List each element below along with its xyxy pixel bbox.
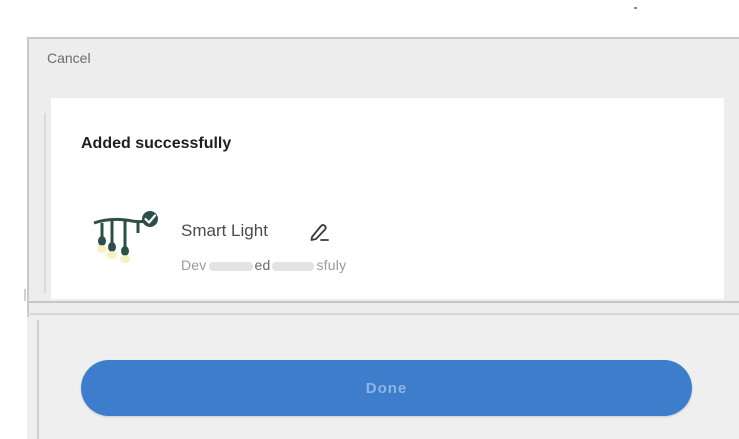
status-dot: [634, 7, 637, 9]
pencil-edit-icon[interactable]: [308, 222, 330, 242]
done-button[interactable]: Done: [81, 360, 692, 416]
device-status-text: Dev ed sfuly: [181, 257, 346, 273]
divider-top: [27, 301, 739, 303]
divider-bottom: [27, 313, 739, 315]
device-name: Smart Light: [181, 221, 268, 240]
footer-edge: [37, 320, 39, 439]
status-text-suffix: sfuly: [316, 257, 347, 273]
blurred-text: [208, 261, 253, 271]
result-card: [51, 98, 724, 299]
blurred-text: [272, 261, 315, 271]
panel-corner-mark: [24, 289, 36, 301]
done-button-label: Done: [365, 379, 408, 397]
card-edge: [44, 113, 46, 293]
status-text-prefix: Dev: [181, 257, 207, 273]
string-lights-icon: [93, 211, 158, 263]
result-title: Added successfully: [81, 135, 232, 152]
status-text-mid: ed: [254, 257, 271, 273]
cancel-button[interactable]: Cancel: [47, 50, 91, 66]
screen: Cancel Added successfully Smart Light De…: [0, 0, 739, 439]
